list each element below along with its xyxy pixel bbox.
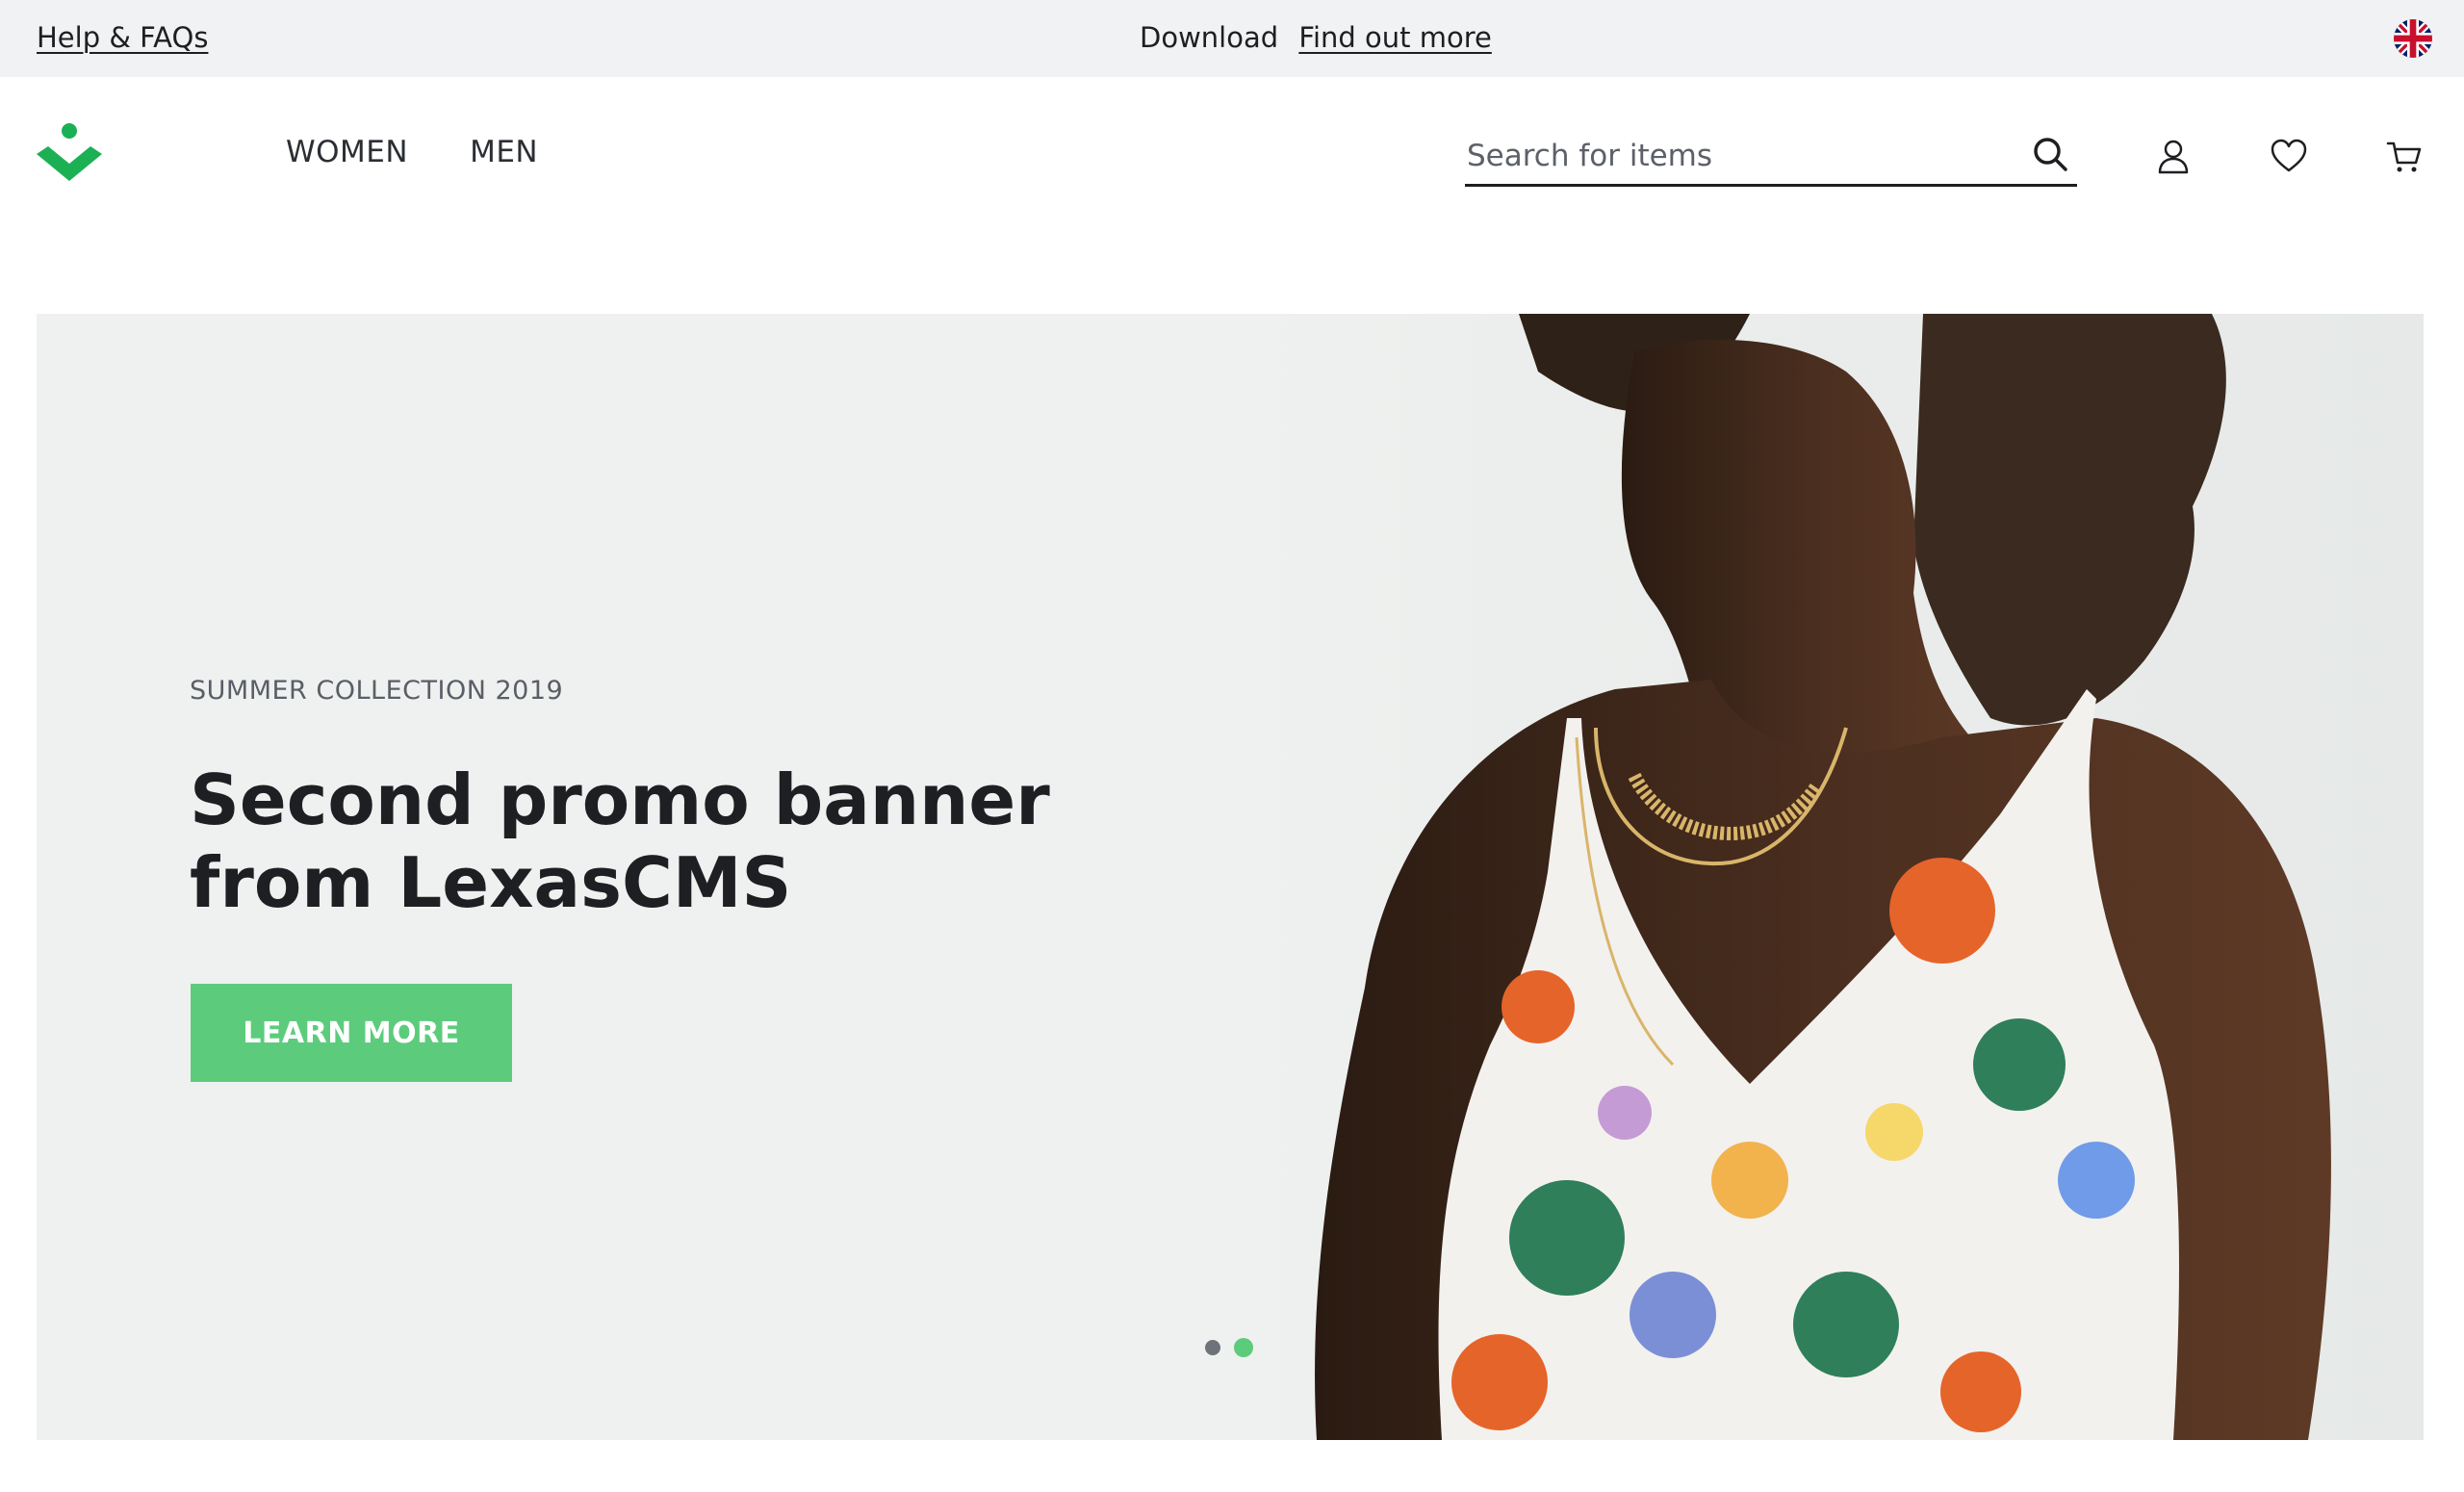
carousel-dot-1[interactable] bbox=[1205, 1340, 1220, 1355]
search-bar bbox=[1465, 127, 2077, 187]
download-text: Download bbox=[1140, 21, 1279, 54]
nav-item-women[interactable]: WOMEN bbox=[286, 135, 408, 169]
hero-eyebrow: SUMMER COLLECTION 2019 bbox=[190, 676, 564, 706]
help-faqs-link[interactable]: Help & FAQs bbox=[37, 21, 208, 54]
hero-photo-woman bbox=[1249, 314, 2424, 1440]
user-icon[interactable] bbox=[2154, 137, 2193, 175]
site-header: WOMEN MEN bbox=[0, 77, 2464, 231]
search-icon[interactable] bbox=[2031, 135, 2069, 173]
brand-logo-icon[interactable] bbox=[35, 117, 104, 187]
carousel-dot-2[interactable] bbox=[1234, 1338, 1253, 1357]
heart-icon[interactable] bbox=[2270, 137, 2308, 175]
hero-title: Second promo banner from LexasCMS bbox=[190, 759, 1050, 923]
top-bar: Help & FAQs Download Find out more bbox=[0, 0, 2464, 77]
uk-flag-icon[interactable] bbox=[2394, 19, 2432, 58]
learn-more-button[interactable]: LEARN MORE bbox=[191, 984, 512, 1082]
main-nav: WOMEN MEN bbox=[286, 135, 538, 169]
search-input[interactable] bbox=[1467, 135, 2006, 177]
nav-item-men[interactable]: MEN bbox=[470, 135, 538, 169]
cart-icon[interactable] bbox=[2385, 137, 2424, 175]
carousel-dots bbox=[1205, 1338, 1253, 1357]
hero-banner: SUMMER COLLECTION 2019 Second promo bann… bbox=[37, 314, 2424, 1440]
find-out-more-link[interactable]: Find out more bbox=[1298, 21, 1491, 54]
download-banner: Download Find out more bbox=[1140, 21, 1492, 54]
